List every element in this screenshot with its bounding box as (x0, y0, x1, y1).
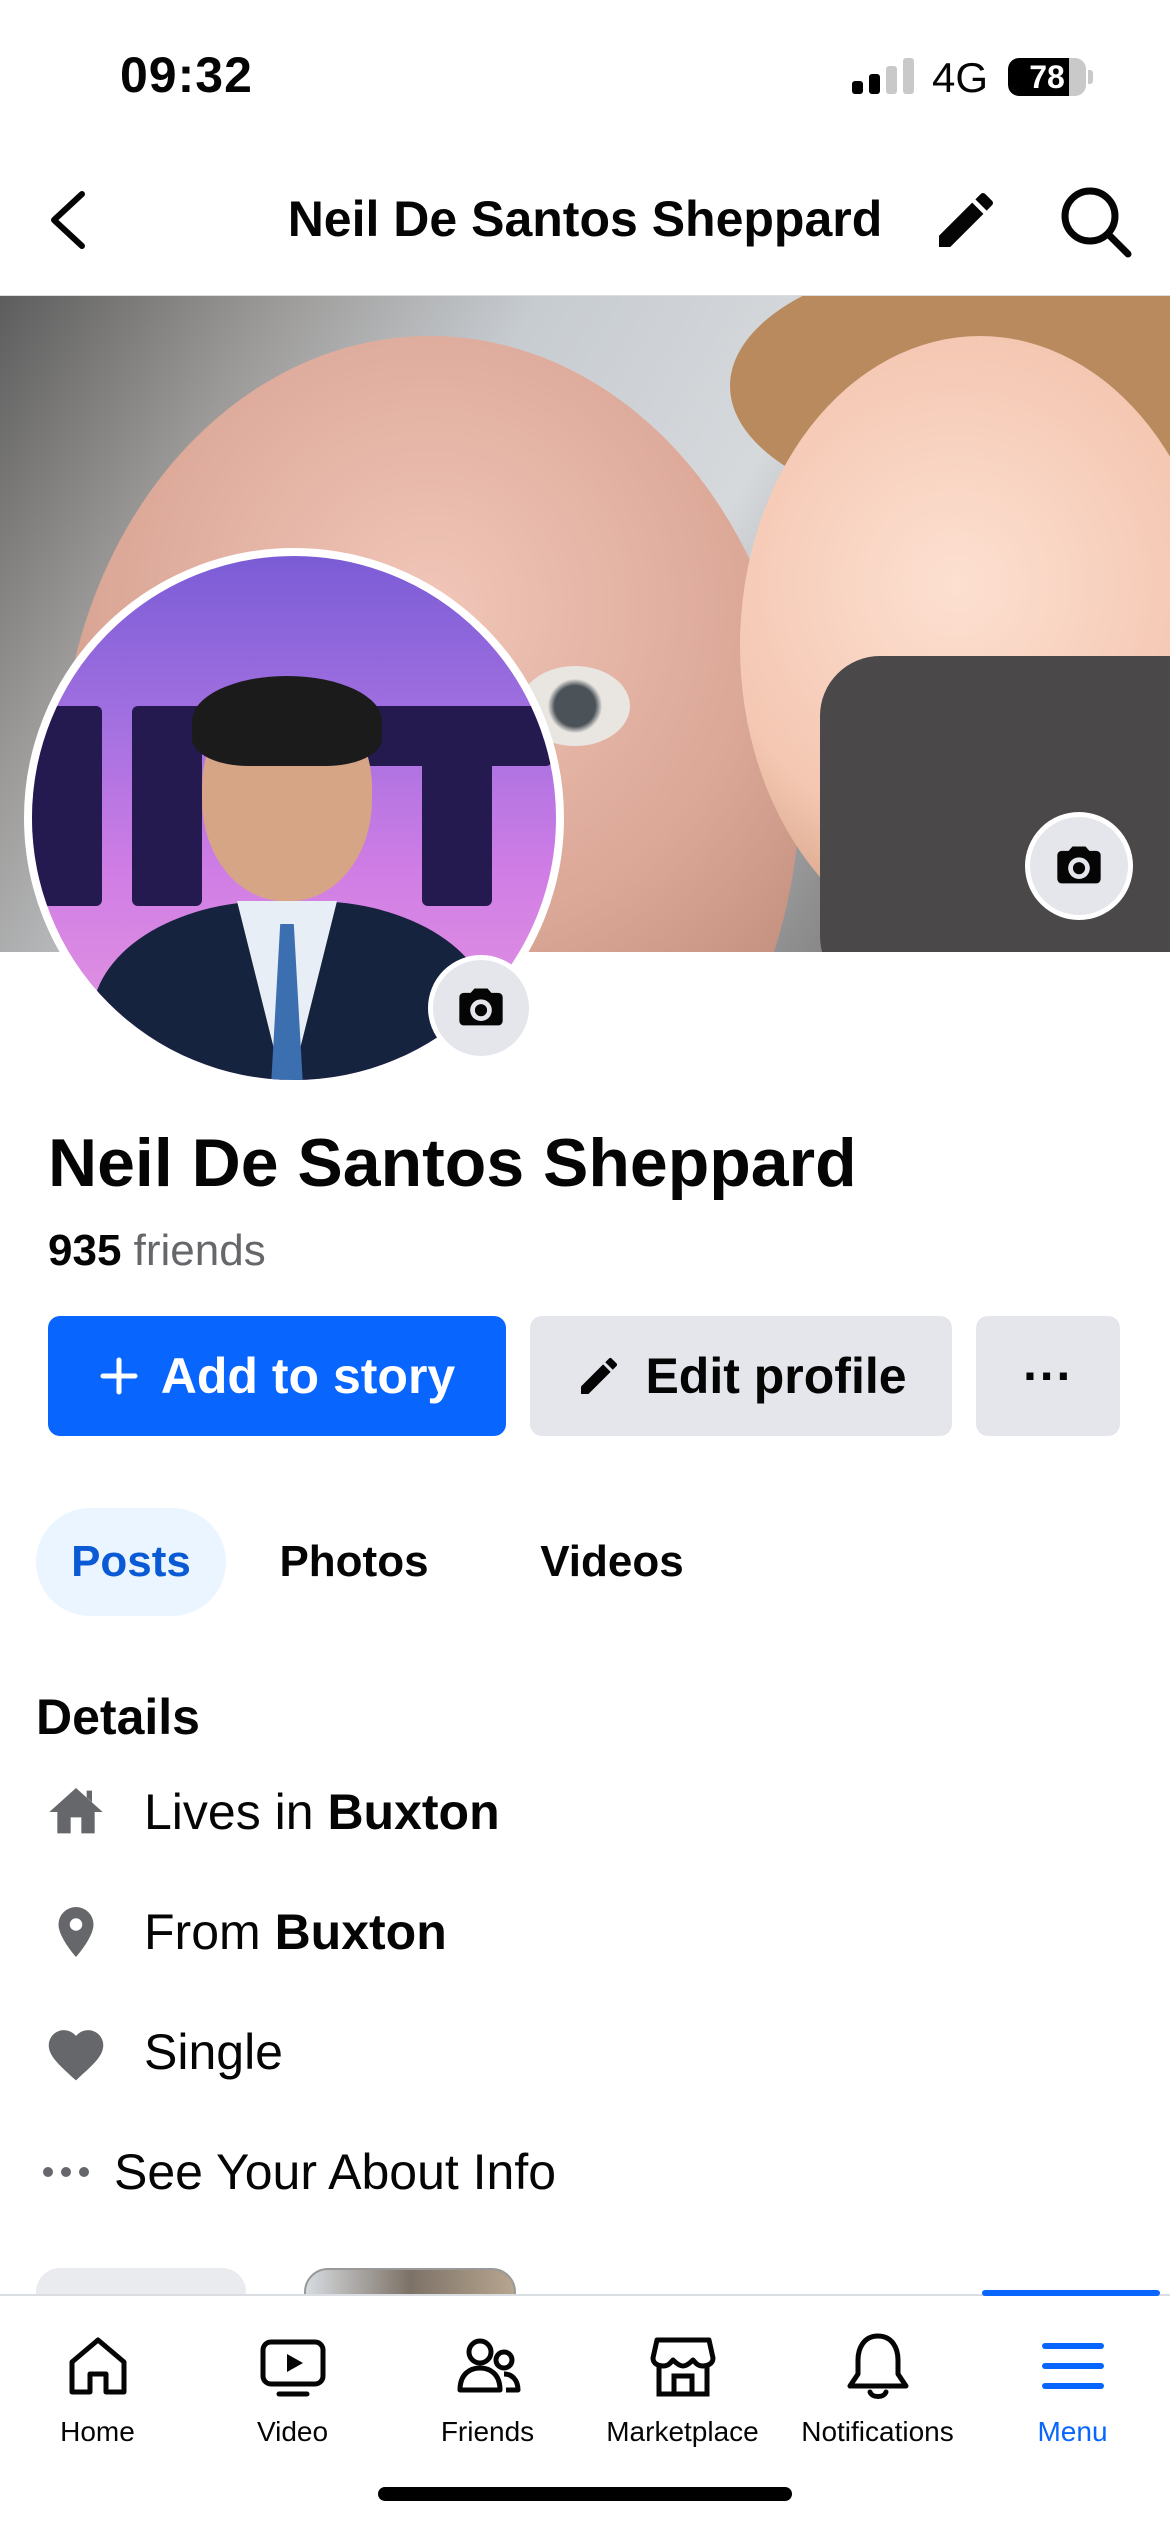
ellipsis-icon (36, 2132, 96, 2212)
back-chevron-icon (51, 191, 85, 249)
page-title: Neil De Santos Sheppard (287, 191, 883, 247)
detail-relationship[interactable]: Single (36, 2012, 1136, 2092)
detail-from[interactable]: From Buxton (36, 1892, 1136, 1972)
see-about-info-label: See Your About Info (114, 2144, 557, 2200)
pencil-icon (575, 1352, 623, 1400)
detail-lives-in[interactable]: Lives in Buxton (36, 1772, 1136, 1852)
detail-value: Buxton (274, 1904, 447, 1960)
detail-prefix: Single (144, 2024, 283, 2080)
avatar-camera-button[interactable] (428, 955, 534, 1061)
nav-video-label: Video (256, 2416, 329, 2447)
home-indicator (378, 2487, 792, 2501)
search-button[interactable] (1056, 182, 1136, 262)
tab-videos[interactable]: Videos (520, 1508, 704, 1616)
nav-menu[interactable]: Menu (975, 2296, 1170, 2466)
profile-name: Neil De Santos Sheppard (48, 1125, 857, 1201)
nav-friends[interactable]: Friends (390, 2296, 585, 2466)
bell-icon (847, 2333, 909, 2399)
edit-button[interactable] (930, 184, 1002, 256)
heart-icon (36, 2012, 116, 2092)
edit-profile-button[interactable]: Edit profile (530, 1316, 952, 1436)
marketplace-icon (650, 2337, 716, 2397)
friends-count: 935 (48, 1226, 122, 1275)
detail-prefix: From (144, 1904, 261, 1960)
battery-icon: 78 (1008, 58, 1086, 96)
tab-posts[interactable]: Posts (36, 1508, 226, 1616)
hamburger-menu-icon (1042, 2343, 1104, 2389)
back-button[interactable] (40, 180, 100, 260)
tab-photos[interactable]: Photos (264, 1508, 444, 1616)
friends-label: friends (133, 1226, 266, 1275)
search-icon (1061, 187, 1132, 258)
status-time: 09:32 (120, 47, 253, 103)
camera-icon (1057, 846, 1101, 884)
nav-marketplace[interactable]: Marketplace (585, 2296, 780, 2466)
home-icon (36, 1772, 116, 1852)
nav-home-label: Home (60, 2416, 135, 2447)
battery-level: 78 (1029, 59, 1065, 95)
add-to-story-button[interactable]: Add to story (48, 1316, 506, 1436)
friends-count-link[interactable]: 935 friends (48, 1226, 266, 1276)
add-to-story-label: Add to story (160, 1348, 456, 1404)
nav-home[interactable]: Home (0, 2296, 195, 2466)
status-bar: 09:32 4G 78 (0, 0, 1170, 150)
cover-camera-button[interactable] (1025, 812, 1133, 920)
plus-icon (99, 1356, 139, 1396)
video-play-icon (260, 2339, 326, 2397)
battery-cap (1088, 70, 1093, 84)
nav-notifications-label: Notifications (801, 2416, 954, 2447)
camera-icon (459, 988, 503, 1026)
pencil-icon (939, 192, 994, 247)
detail-value: Buxton (327, 1784, 500, 1840)
details-heading: Details (36, 1689, 200, 1745)
nav-menu-label: Menu (1037, 2416, 1108, 2447)
location-pin-icon (36, 1892, 116, 1972)
edit-profile-label: Edit profile (645, 1348, 907, 1404)
nav-friends-label: Friends (440, 2416, 535, 2447)
signal-strength-icon (852, 58, 916, 94)
more-options-button[interactable]: ··· (976, 1316, 1120, 1436)
home-outline-icon (69, 2337, 127, 2395)
network-type: 4G (932, 54, 989, 101)
friends-icon (457, 2338, 521, 2393)
nav-header: Neil De Santos Sheppard (0, 150, 1170, 296)
nav-marketplace-label: Marketplace (606, 2416, 759, 2447)
more-dots-icon: ··· (1023, 1348, 1073, 1404)
nav-notifications[interactable]: Notifications (780, 2296, 975, 2466)
detail-prefix: Lives in (144, 1784, 314, 1840)
see-about-info-link[interactable]: See Your About Info (36, 2132, 1136, 2212)
nav-video[interactable]: Video (195, 2296, 390, 2466)
